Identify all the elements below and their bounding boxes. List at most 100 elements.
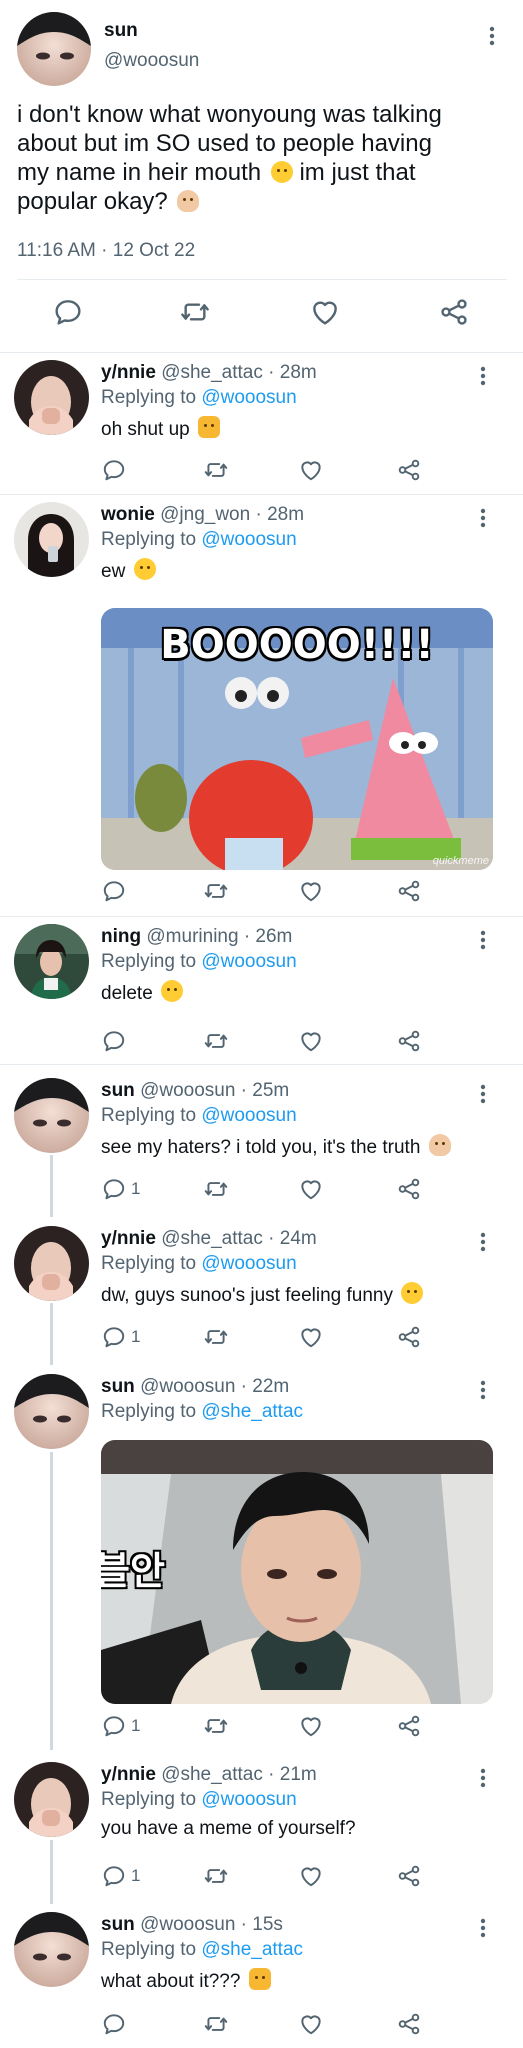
more-vertical-icon[interactable] <box>473 1082 493 1106</box>
author-name[interactable]: sun <box>101 1376 135 1397</box>
reply-tweet[interactable]: y/nnie @she_attac · 21m Replying to @woo… <box>0 1754 523 1904</box>
like-button[interactable] <box>298 1175 324 1203</box>
mention-link[interactable]: @wooosun <box>201 529 296 550</box>
reply-icon[interactable] <box>101 1176 127 1202</box>
retweet-button[interactable] <box>203 1027 229 1055</box>
heart-icon[interactable] <box>298 2011 324 2037</box>
share-button[interactable] <box>396 1712 422 1740</box>
heart-icon[interactable] <box>298 457 324 483</box>
avatar[interactable] <box>14 1912 89 1987</box>
reply-icon[interactable] <box>101 457 127 483</box>
avatar[interactable] <box>17 12 91 86</box>
reply-button[interactable]: 1 <box>101 1175 140 1203</box>
share-button[interactable] <box>396 1027 422 1055</box>
heart-icon[interactable] <box>298 1028 324 1054</box>
more-vertical-icon[interactable] <box>473 506 493 530</box>
author-handle[interactable]: @jng_won · 28m <box>160 504 304 525</box>
reply-button[interactable]: 1 <box>101 1323 140 1351</box>
reply-button[interactable]: 1 <box>101 1862 140 1890</box>
heart-icon[interactable] <box>298 1176 324 1202</box>
author-handle[interactable]: @wooosun · 25m <box>140 1080 289 1101</box>
like-button[interactable] <box>298 2010 324 2038</box>
reply-tweet[interactable]: sun @wooosun · 15s Replying to @she_atta… <box>0 1904 523 2048</box>
heart-icon[interactable] <box>298 878 324 904</box>
avatar[interactable] <box>14 502 89 577</box>
reply-icon[interactable] <box>101 1863 127 1889</box>
like-button[interactable] <box>298 1862 324 1890</box>
share-button[interactable] <box>396 456 422 484</box>
retweet-icon[interactable] <box>203 1324 229 1350</box>
mention-link[interactable]: @wooosun <box>201 387 296 408</box>
author-name[interactable]: sun <box>101 1080 135 1101</box>
author-name[interactable]: y/nnie <box>101 1228 156 1249</box>
like-button[interactable] <box>298 1027 324 1055</box>
reply-tweet[interactable]: y/nnie @she_attac · 24m Replying to @woo… <box>0 1218 523 1366</box>
reply-button[interactable] <box>101 1027 131 1055</box>
avatar[interactable] <box>14 1226 89 1301</box>
avatar[interactable] <box>14 924 89 999</box>
retweet-button[interactable] <box>203 1712 229 1740</box>
share-button[interactable] <box>396 2010 422 2038</box>
share-icon[interactable] <box>396 1324 422 1350</box>
avatar[interactable] <box>14 360 89 435</box>
author-handle[interactable]: @she_attac · 24m <box>161 1228 317 1249</box>
more-vertical-icon[interactable] <box>473 928 493 952</box>
retweet-icon[interactable] <box>203 878 229 904</box>
more-vertical-icon[interactable] <box>473 1230 493 1254</box>
retweet-button[interactable] <box>203 456 229 484</box>
share-icon[interactable] <box>396 878 422 904</box>
heart-icon[interactable] <box>298 1324 324 1350</box>
share-icon[interactable] <box>396 2011 422 2037</box>
mention-link[interactable]: @she_attac <box>201 1939 303 1960</box>
share-button[interactable] <box>396 877 422 905</box>
reply-tweet[interactable]: sun @wooosun · 25m Replying to @wooosun … <box>0 1070 523 1218</box>
author-handle[interactable]: @she_attac · 21m <box>161 1764 317 1785</box>
avatar[interactable] <box>14 1762 89 1837</box>
retweet-icon[interactable] <box>203 1176 229 1202</box>
reply-button[interactable] <box>101 456 131 484</box>
heart-icon[interactable] <box>309 296 341 328</box>
reply-tweet[interactable]: wonie @jng_won · 28m Replying to @wooosu… <box>0 494 523 916</box>
reply-button[interactable] <box>101 2010 131 2038</box>
share-button[interactable] <box>396 1323 422 1351</box>
author-handle[interactable]: @murining · 26m <box>146 926 292 947</box>
author-name[interactable]: sun <box>101 1914 135 1935</box>
retweet-icon[interactable] <box>203 457 229 483</box>
retweet-icon[interactable] <box>203 1863 229 1889</box>
author-handle[interactable]: @she_attac · 28m <box>161 362 317 383</box>
retweet-button[interactable] <box>203 1862 229 1890</box>
retweet-icon[interactable] <box>203 1713 229 1739</box>
reply-icon[interactable] <box>101 1028 127 1054</box>
more-vertical-icon[interactable] <box>473 1378 493 1402</box>
share-icon[interactable] <box>438 296 470 328</box>
reply-icon[interactable] <box>101 1713 127 1739</box>
more-vertical-icon[interactable] <box>473 364 493 388</box>
reply-icon[interactable] <box>101 878 127 904</box>
reply-button[interactable]: 1 <box>101 1712 140 1740</box>
retweet-button[interactable] <box>203 1323 229 1351</box>
author-handle[interactable]: @wooosun · 15s <box>140 1914 283 1935</box>
author-name[interactable]: ning <box>101 926 141 947</box>
reply-icon[interactable] <box>52 296 84 328</box>
author-name[interactable]: y/nnie <box>101 1764 156 1785</box>
share-icon[interactable] <box>396 1863 422 1889</box>
like-button[interactable] <box>298 456 324 484</box>
avatar[interactable] <box>14 1078 89 1153</box>
avatar[interactable] <box>14 1374 89 1449</box>
heart-icon[interactable] <box>298 1863 324 1889</box>
more-vertical-icon[interactable] <box>473 1766 493 1790</box>
share-icon[interactable] <box>396 1713 422 1739</box>
author-handle[interactable]: @wooosun <box>104 50 199 72</box>
like-button[interactable] <box>298 1712 324 1740</box>
retweet-icon[interactable] <box>179 296 211 328</box>
author-name[interactable]: y/nnie <box>101 362 156 383</box>
mention-link[interactable]: @she_attac <box>201 1401 303 1422</box>
retweet-button[interactable] <box>203 2010 229 2038</box>
media-image[interactable]: BOOOOO!!!! quickmeme <box>101 608 493 870</box>
media-image[interactable]: 블안 <box>101 1440 493 1704</box>
reply-tweet[interactable]: y/nnie @she_attac · 28m Replying to @woo… <box>0 352 523 494</box>
author-name[interactable]: sun <box>104 20 138 42</box>
like-button[interactable] <box>298 877 324 905</box>
heart-icon[interactable] <box>298 1713 324 1739</box>
share-button[interactable] <box>396 1175 422 1203</box>
